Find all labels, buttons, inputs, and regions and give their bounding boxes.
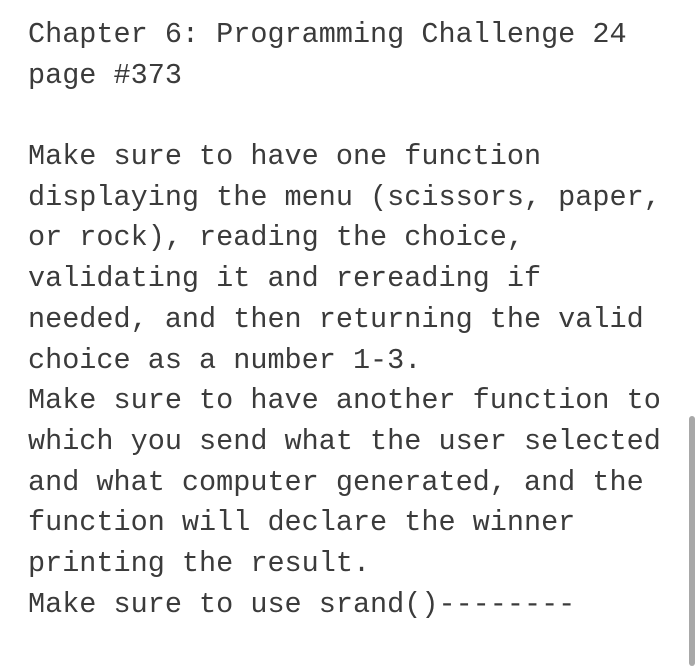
paragraph-menu-function: Make sure to have one function displayin… [28, 137, 688, 381]
document-body: Chapter 6: Programming Challenge 24 page… [28, 15, 688, 625]
paragraph-winner-function: Make sure to have another function to wh… [28, 381, 688, 584]
text-line: or rock), reading the choice, [28, 221, 524, 255]
text-line: needed, and then returning the valid [28, 302, 644, 336]
heading-line-page: page #373 [28, 58, 182, 92]
text-line: Make sure to have one function [28, 140, 542, 174]
text-line: which you send what the user selected [28, 424, 661, 458]
text-line: function will declare the winner [28, 506, 576, 540]
text-line: displaying the menu (scissors, paper, [28, 180, 661, 214]
text-line: validating it and rereading if [28, 262, 542, 296]
heading-line-title: Chapter 6: Programming Challenge 24 [28, 18, 627, 51]
text-line: Make sure to use srand()-------- [28, 587, 576, 621]
text-line: printing the result. [28, 546, 371, 580]
paragraph-srand: Make sure to use srand()-------- [28, 585, 688, 626]
text-line: and what computer generated, and the [28, 465, 644, 499]
text-line: choice as a number 1-3. [28, 343, 422, 377]
text-line: Make sure to have another function to [28, 384, 661, 418]
heading: Chapter 6: Programming Challenge 24 page… [28, 15, 688, 96]
vertical-scrollbar[interactable] [689, 416, 695, 666]
